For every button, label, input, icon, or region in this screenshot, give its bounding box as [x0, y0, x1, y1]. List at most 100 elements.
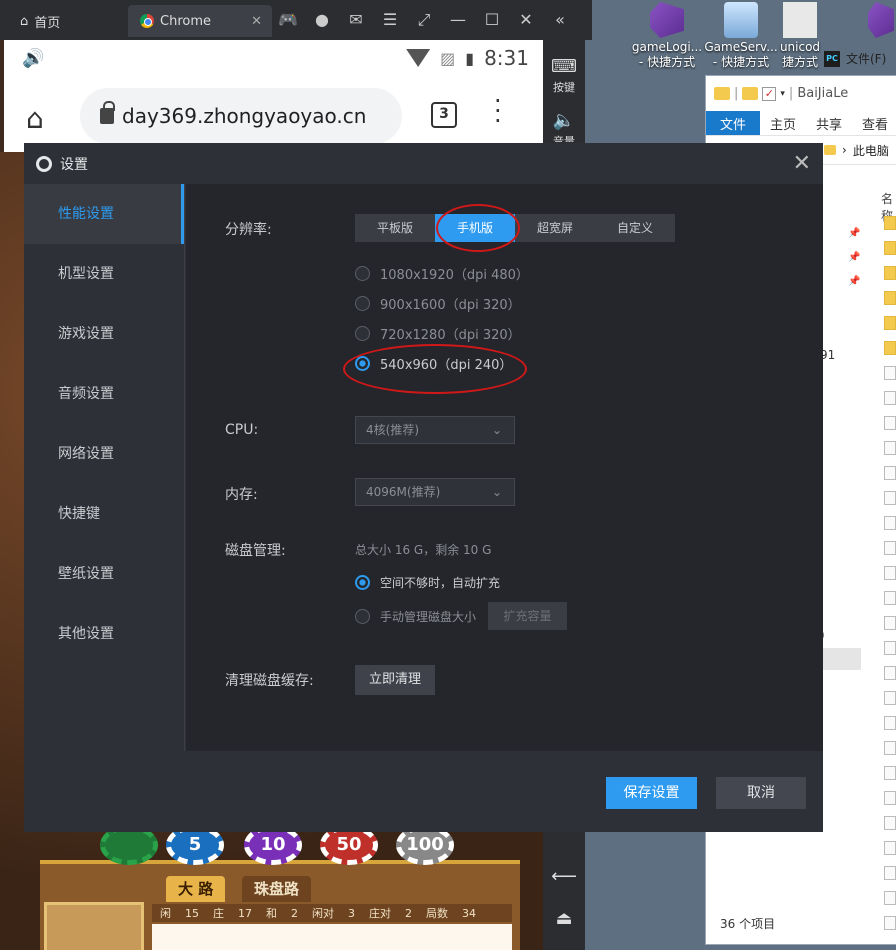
file-icon[interactable] [884, 416, 896, 430]
file-icon[interactable] [884, 866, 896, 880]
home-icon[interactable]: ⌂ [26, 102, 44, 135]
cancel-button[interactable]: 取消 [716, 777, 806, 809]
folder-icon[interactable] [884, 241, 896, 255]
file-icon[interactable] [884, 691, 896, 705]
resolution-option[interactable]: 1080x1920（dpi 480） [355, 264, 529, 283]
file-icon[interactable] [884, 441, 896, 455]
desktop-icon-gameserver[interactable]: GameServ... - 快捷方式 [703, 0, 779, 72]
desktop-icon-gamelogic[interactable]: gameLogi... - 快捷方式 [629, 0, 705, 72]
disk-manual-option[interactable]: 手动管理磁盘大小 [355, 608, 476, 625]
sidebar-item-game[interactable]: 游戏设置 [24, 304, 184, 364]
desktop-icon-sublabel: - 快捷方式 [712, 55, 770, 69]
clear-cache-button[interactable]: 立即清理 [355, 665, 435, 695]
gamepad-icon[interactable]: 🎮 [278, 10, 298, 30]
file-icon[interactable] [884, 716, 896, 730]
file-icon[interactable] [884, 466, 896, 480]
desktop-icon-label: GameServ... [704, 40, 778, 54]
radio-button[interactable] [355, 266, 370, 281]
folder-icon[interactable] [884, 341, 896, 355]
user-icon[interactable]: ● [312, 10, 332, 30]
collapse-icon[interactable]: « [550, 10, 570, 30]
file-icon[interactable] [884, 641, 896, 655]
save-button[interactable]: 保存设置 [606, 777, 697, 809]
resolution-option-label: 1080x1920（dpi 480） [380, 268, 529, 283]
tab-switcher-button[interactable]: 3 [431, 102, 457, 128]
file-icon[interactable] [884, 516, 896, 530]
pin-icon[interactable]: 📌 [848, 276, 860, 287]
radio-button[interactable] [355, 575, 370, 590]
file-icon[interactable] [884, 816, 896, 830]
sidebar-item-audio[interactable]: 音频设置 [24, 364, 184, 424]
memory-select[interactable]: 4096M(推荐) ⌄ [355, 478, 515, 506]
file-icon[interactable] [884, 891, 896, 905]
no-sim-icon: ▨ [440, 48, 456, 68]
volume-button[interactable]: 🔈 音量 [543, 110, 585, 142]
file-icon[interactable] [884, 766, 896, 780]
file-icon[interactable] [884, 566, 896, 580]
pycharm-file-menu[interactable]: 文件(F) [846, 50, 886, 67]
file-icon[interactable] [884, 591, 896, 605]
tab-chrome[interactable]: Chrome ✕ [128, 5, 272, 37]
folder-icon[interactable] [884, 216, 896, 230]
file-icon[interactable] [884, 541, 896, 555]
expand-capacity-button[interactable]: 扩充容量 [488, 602, 567, 630]
sidebar-item-shortcuts[interactable]: 快捷键 [24, 484, 184, 544]
pycharm-menu[interactable]: PC 文件(F) [824, 50, 886, 67]
tab-tablet[interactable]: 平板版 [355, 214, 435, 242]
sidebar-item-model[interactable]: 机型设置 [24, 244, 184, 304]
folder-icon[interactable] [884, 291, 896, 305]
ribbon-tab-file[interactable]: 文件 [706, 111, 761, 135]
fullscreen-icon[interactable]: ⤢ [414, 10, 434, 30]
sidebar-item-performance[interactable]: 性能设置 [24, 184, 184, 244]
home-button[interactable]: ⏏ [543, 908, 585, 931]
url-bar[interactable]: day369.zhongyaoyao.cn [80, 88, 402, 144]
resolution-option[interactable]: 900x1600（dpi 320） [355, 294, 521, 313]
tab-big-road[interactable]: 大 路 [166, 876, 226, 902]
volume-label: 音量 [553, 135, 575, 142]
tab-bead-road[interactable]: 珠盘路 [242, 876, 312, 902]
file-icon[interactable] [884, 666, 896, 680]
file-icon[interactable] [884, 391, 896, 405]
disk-auto-option[interactable]: 空间不够时，自动扩充 [355, 574, 500, 591]
breadcrumb-this-pc[interactable]: 此电脑 [853, 142, 889, 159]
maximize-icon[interactable]: ☐ [482, 10, 502, 30]
desktop-icon-unicode[interactable]: unicod 捷方式 [775, 0, 825, 72]
radio-button[interactable] [355, 296, 370, 311]
folder-icon[interactable] [884, 316, 896, 330]
score-strip: 闲 15 庄 17 和 2 闲对 3 庄对 2 局数 34 [152, 904, 512, 922]
menu-icon[interactable]: ☰ [380, 10, 400, 30]
ribbon-tab-home[interactable]: 主页 [760, 111, 806, 135]
pin-icon[interactable]: 📌 [848, 228, 860, 239]
radio-button[interactable] [355, 609, 370, 624]
file-icon[interactable] [884, 916, 896, 930]
file-icon[interactable] [884, 791, 896, 805]
radio-button[interactable] [355, 326, 370, 341]
close-icon[interactable]: ✕ [793, 153, 811, 175]
mail-icon[interactable]: ✉ [346, 10, 366, 30]
folder-icon[interactable] [884, 266, 896, 280]
chevron-down-icon: ⌄ [491, 485, 502, 499]
file-icon[interactable] [884, 741, 896, 755]
pin-icon[interactable]: 📌 [848, 252, 860, 263]
sidebar-item-other[interactable]: 其他设置 [24, 604, 184, 664]
resolution-option[interactable]: 720x1280（dpi 320） [355, 324, 521, 343]
file-icon[interactable] [884, 616, 896, 630]
sidebar-item-wallpaper[interactable]: 壁纸设置 [24, 544, 184, 604]
file-icon[interactable] [884, 491, 896, 505]
ribbon-tab-share[interactable]: 共享 [806, 111, 852, 135]
ribbon-tab-view[interactable]: 查看 [852, 111, 896, 135]
tab-home[interactable]: ⌂ 首页 [10, 5, 120, 37]
file-icon[interactable] [884, 366, 896, 380]
cpu-select[interactable]: 4核(推荐) ⌄ [355, 416, 515, 444]
sidebar-item-network[interactable]: 网络设置 [24, 424, 184, 484]
tab-custom[interactable]: 自定义 [595, 214, 675, 242]
file-icon[interactable] [884, 841, 896, 855]
more-menu-icon[interactable]: · · · [494, 89, 502, 133]
close-icon[interactable]: ✕ [516, 10, 536, 30]
back-button[interactable]: ⟵ [543, 866, 585, 889]
minimize-icon[interactable]: — [448, 10, 468, 30]
tab-ultrawide[interactable]: 超宽屏 [515, 214, 595, 242]
keymap-button[interactable]: ⌨ 按键 [543, 56, 585, 95]
resolution-label: 分辨率: [225, 222, 272, 238]
close-tab-icon[interactable]: ✕ [251, 14, 262, 29]
